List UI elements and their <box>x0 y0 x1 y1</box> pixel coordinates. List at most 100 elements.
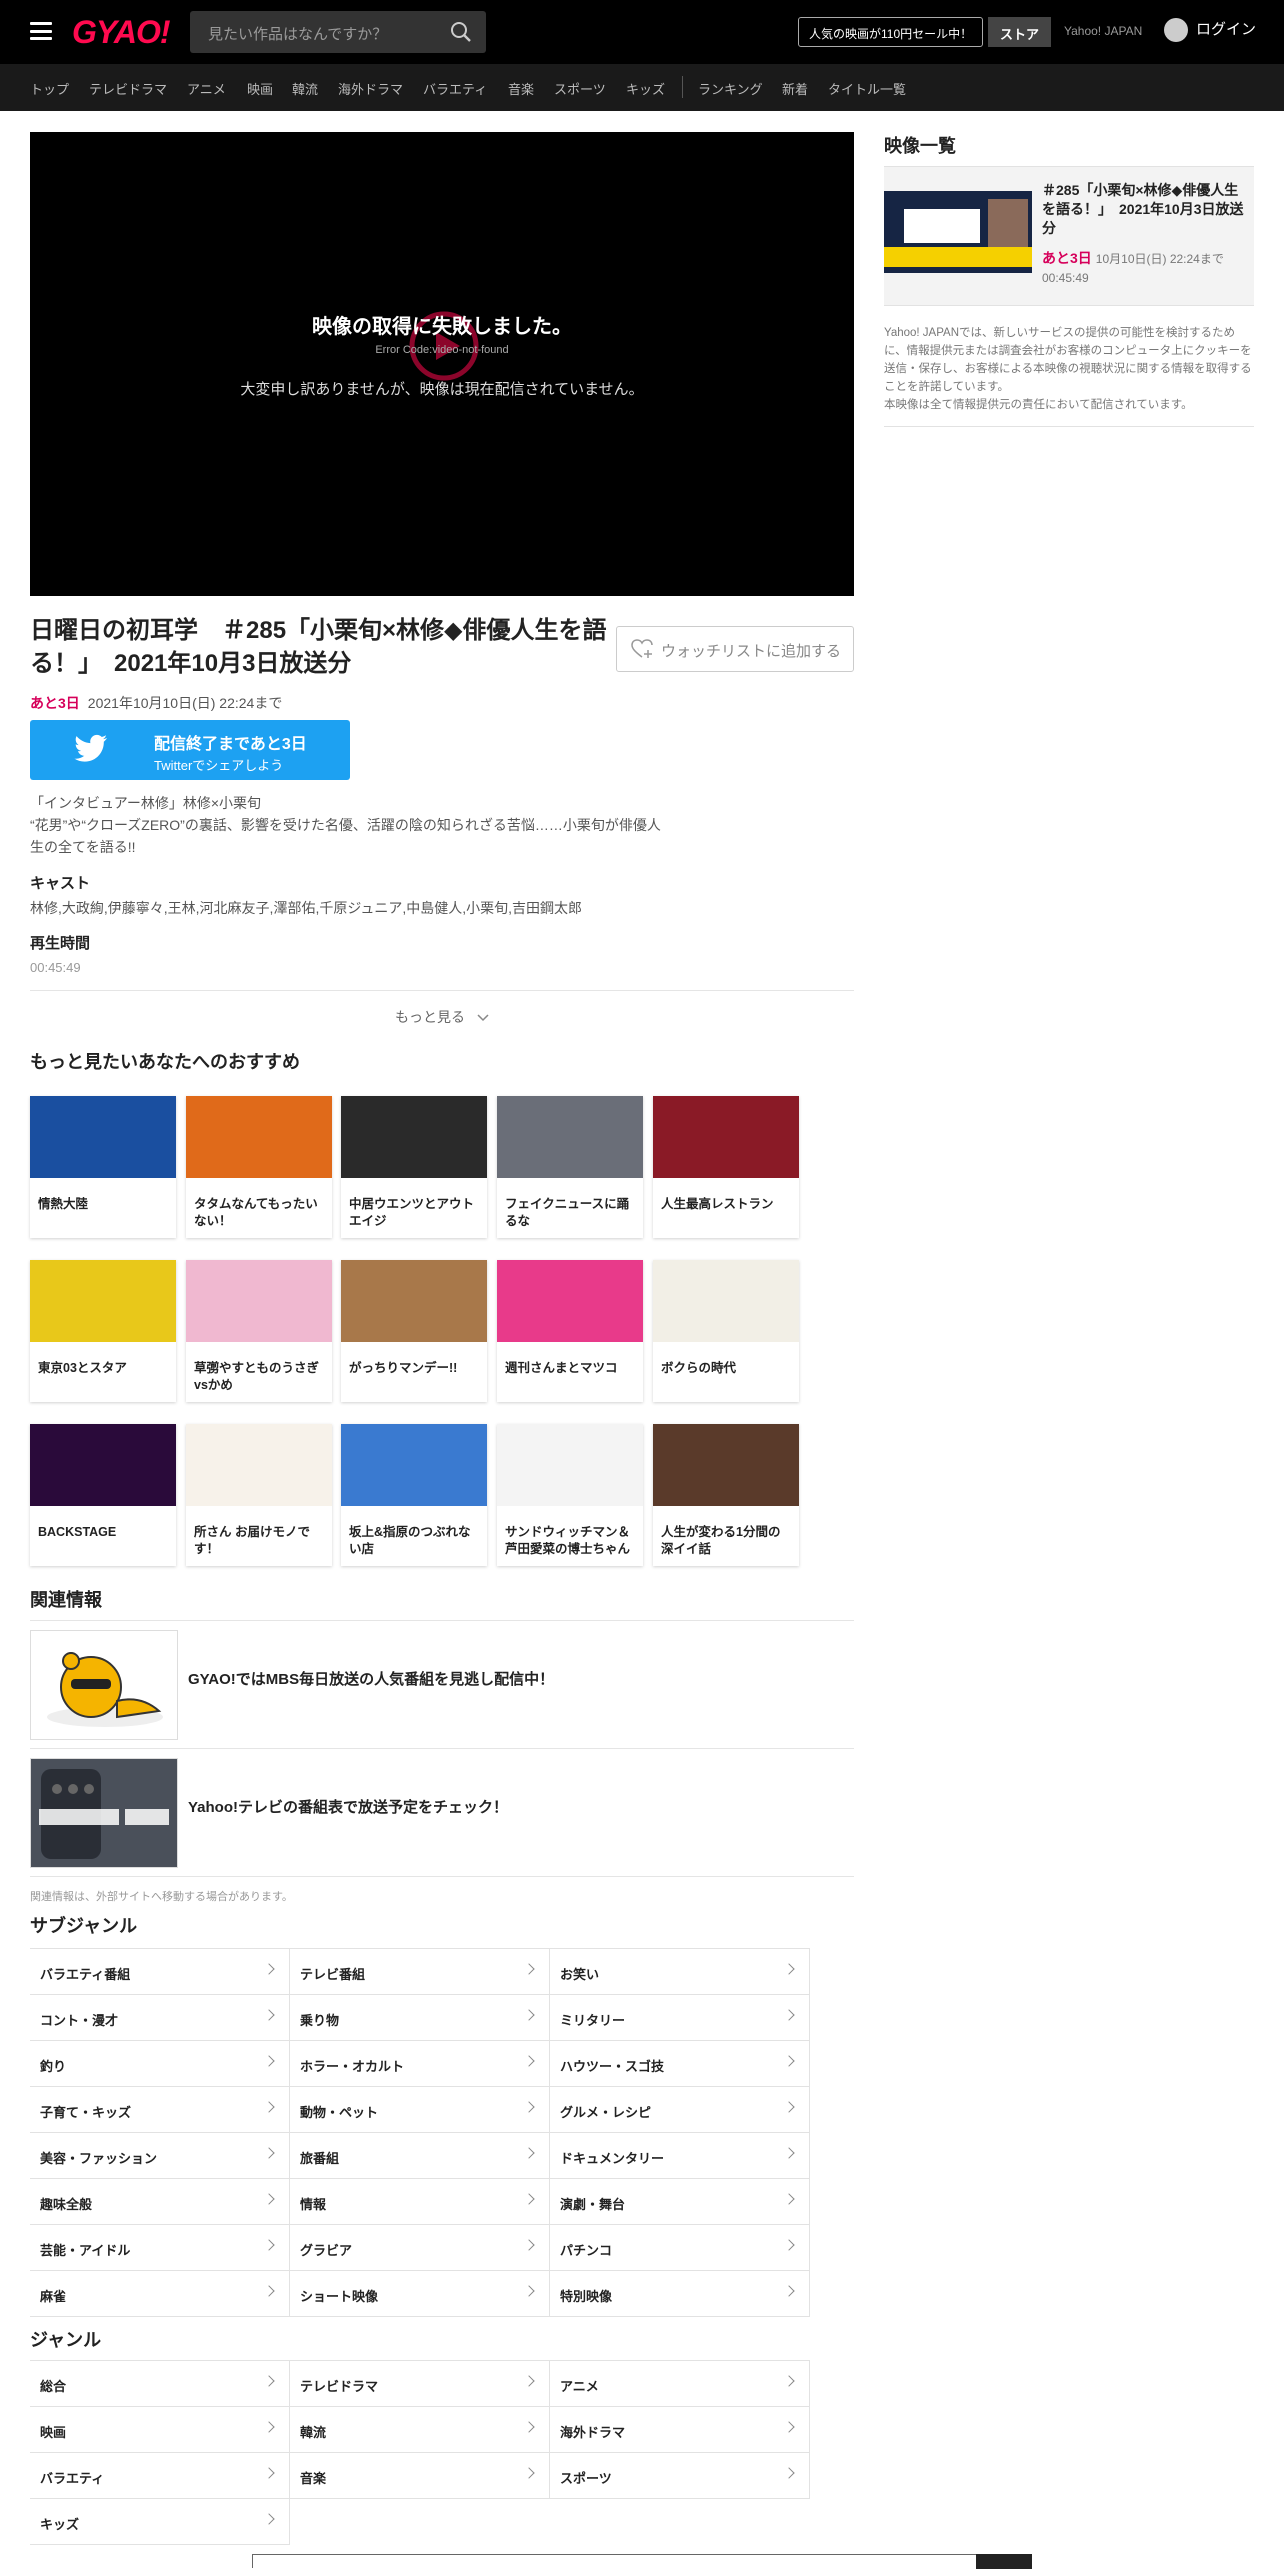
genre-link[interactable]: 総合 <box>30 2361 290 2407</box>
recommend-tile[interactable]: 草彅やすとものうさぎvsかめ <box>186 1260 332 1402</box>
subgenre-link[interactable]: ドキュメンタリー <box>550 2133 810 2179</box>
subgenre-link[interactable]: 乗り物 <box>290 1995 550 2041</box>
recommend-title[interactable]: 中居ウエンツとアウトエイジ <box>341 1178 487 1230</box>
recommend-title[interactable]: 所さん お届けモノです！ <box>186 1506 332 1558</box>
recommend-thumbnail[interactable] <box>497 1424 643 1506</box>
genre-link[interactable]: 音楽 <box>290 2453 550 2499</box>
nav-top[interactable]: トップ <box>30 79 69 98</box>
recommend-tile[interactable]: BACKSTAGE <box>30 1424 176 1566</box>
subgenre-link[interactable]: 演劇・舞台 <box>550 2179 810 2225</box>
subgenre-link[interactable]: テレビ番組 <box>290 1949 550 1995</box>
yahoo-tv-banner-image[interactable] <box>30 1758 178 1868</box>
show-more-button[interactable]: もっと見る <box>30 990 854 1040</box>
recommend-tile[interactable]: サンドウィッチマン＆芦田愛菜の博士ちゃん <box>497 1424 643 1566</box>
recommend-thumbnail[interactable] <box>341 1260 487 1342</box>
nav-korean[interactable]: 韓流 <box>292 79 318 98</box>
video-list-item[interactable]: ＃285「小栗旬×林修◆俳優人生を語る！」 2021年10月3日放送分 あと3日… <box>884 166 1254 306</box>
nav-drama[interactable]: テレビドラマ <box>89 79 167 98</box>
genre-link[interactable]: テレビドラマ <box>290 2361 550 2407</box>
nav-kids[interactable]: キッズ <box>626 79 665 98</box>
recommend-tile[interactable]: 情熱大陸 <box>30 1096 176 1238</box>
recommend-title[interactable]: BACKSTAGE <box>30 1506 176 1541</box>
subgenre-link[interactable]: ショート映像 <box>290 2271 550 2317</box>
recommend-tile[interactable]: がっちりマンデー!! <box>341 1260 487 1402</box>
gyao-logo[interactable]: GYAO! <box>72 14 171 51</box>
genre-link[interactable]: 韓流 <box>290 2407 550 2453</box>
recommend-title[interactable]: 東京03とスタア <box>30 1342 176 1377</box>
recommend-thumbnail[interactable] <box>186 1424 332 1506</box>
recommend-title[interactable]: タタムなんてもったいない！ <box>186 1178 332 1230</box>
subgenre-link[interactable]: 釣り <box>30 2041 290 2087</box>
nav-ranking[interactable]: ランキング <box>698 79 763 98</box>
related-link-yahoo-tv[interactable]: Yahoo!テレビの番組表で放送予定をチェック！ <box>188 1796 508 1817</box>
nav-sports[interactable]: スポーツ <box>554 79 606 98</box>
recommend-thumbnail[interactable] <box>653 1260 799 1342</box>
search-box[interactable]: 見たい作品はなんですか？ <box>190 11 486 53</box>
recommend-thumbnail[interactable] <box>30 1096 176 1178</box>
genre-link[interactable]: アニメ <box>550 2361 810 2407</box>
subgenre-link[interactable]: グルメ・レシピ <box>550 2087 810 2133</box>
genre-link[interactable]: キッズ <box>30 2499 290 2545</box>
subgenre-link[interactable]: 趣味全般 <box>30 2179 290 2225</box>
subgenre-link[interactable]: 麻雀 <box>30 2271 290 2317</box>
recommend-title[interactable]: サンドウィッチマン＆芦田愛菜の博士ちゃん <box>497 1506 643 1558</box>
subgenre-link[interactable]: 芸能・アイドル <box>30 2225 290 2271</box>
add-to-watchlist-button[interactable]: ウォッチリストに追加する <box>616 626 854 672</box>
subgenre-link[interactable]: ミリタリー <box>550 1995 810 2041</box>
recommend-tile[interactable]: タタムなんてもったいない！ <box>186 1096 332 1238</box>
recommend-thumbnail[interactable] <box>653 1424 799 1506</box>
related-link-mbs[interactable]: GYAO!ではMBS毎日放送の人気番組を見逃し配信中！ <box>188 1668 554 1689</box>
recommend-title[interactable]: 草彅やすとものうさぎvsかめ <box>186 1342 332 1394</box>
nav-variety[interactable]: バラエティ <box>423 79 487 98</box>
recommend-title[interactable]: ボクらの時代 <box>653 1342 799 1377</box>
subgenre-link[interactable]: 特別映像 <box>550 2271 810 2317</box>
footer-search-button[interactable] <box>976 2554 1032 2569</box>
genre-link[interactable]: バラエティ <box>30 2453 290 2499</box>
nav-anime[interactable]: アニメ <box>187 79 226 98</box>
genre-link[interactable]: 映画 <box>30 2407 290 2453</box>
nav-overseas-drama[interactable]: 海外ドラマ <box>338 79 403 98</box>
video-player[interactable]: 映像の取得に失敗しました。 Error Code:video-not-found… <box>30 132 854 596</box>
recommend-tile[interactable]: 人生最高レストラン <box>653 1096 799 1238</box>
nav-title-list[interactable]: タイトル一覧 <box>828 79 906 98</box>
recommend-tile[interactable]: 東京03とスタア <box>30 1260 176 1402</box>
subgenre-link[interactable]: ハウツー・スゴ技 <box>550 2041 810 2087</box>
recommend-title[interactable]: フェイクニュースに踊るな <box>497 1178 643 1230</box>
genre-link[interactable]: スポーツ <box>550 2453 810 2499</box>
recommend-thumbnail[interactable] <box>341 1096 487 1178</box>
recommend-tile[interactable]: ボクらの時代 <box>653 1260 799 1402</box>
mbs-banner-image[interactable] <box>30 1630 178 1740</box>
recommend-thumbnail[interactable] <box>186 1260 332 1342</box>
recommend-tile[interactable]: フェイクニュースに踊るな <box>497 1096 643 1238</box>
search-input[interactable]: 見たい作品はなんですか？ <box>208 23 387 44</box>
recommend-title[interactable]: 情熱大陸 <box>30 1178 176 1213</box>
recommend-title[interactable]: 人生最高レストラン <box>653 1178 799 1213</box>
recommend-thumbnail[interactable] <box>30 1260 176 1342</box>
subgenre-link[interactable]: 情報 <box>290 2179 550 2225</box>
subgenre-link[interactable]: グラビア <box>290 2225 550 2271</box>
subgenre-link[interactable]: バラエティ番組 <box>30 1949 290 1995</box>
login-button[interactable]: ログイン <box>1164 18 1256 43</box>
recommend-title[interactable]: 人生が変わる1分間の深イイ話 <box>653 1506 799 1558</box>
recommend-tile[interactable]: 週刊さんまとマツコ <box>497 1260 643 1402</box>
recommend-tile[interactable]: 坂上&指原のつぶれない店 <box>341 1424 487 1566</box>
recommend-thumbnail[interactable] <box>653 1096 799 1178</box>
menu-icon[interactable] <box>30 22 52 40</box>
recommend-thumbnail[interactable] <box>341 1424 487 1506</box>
footer-search-input[interactable] <box>252 2554 1032 2569</box>
recommend-thumbnail[interactable] <box>497 1260 643 1342</box>
recommend-title[interactable]: がっちりマンデー!! <box>341 1342 487 1377</box>
recommend-title[interactable]: 週刊さんまとマツコ <box>497 1342 643 1377</box>
video-thumbnail[interactable] <box>884 191 1032 273</box>
subgenre-link[interactable]: パチンコ <box>550 2225 810 2271</box>
nav-music[interactable]: 音楽 <box>508 79 534 98</box>
twitter-share-button[interactable]: 配信終了まであと3日 Twitterでシェアしよう <box>30 720 350 780</box>
video-list-item-title[interactable]: ＃285「小栗旬×林修◆俳優人生を語る！」 2021年10月3日放送分 <box>1042 181 1248 238</box>
subgenre-link[interactable]: お笑い <box>550 1949 810 1995</box>
recommend-tile[interactable]: 中居ウエンツとアウトエイジ <box>341 1096 487 1238</box>
genre-link[interactable]: 海外ドラマ <box>550 2407 810 2453</box>
subgenre-link[interactable]: コント・漫才 <box>30 1995 290 2041</box>
recommend-thumbnail[interactable] <box>186 1096 332 1178</box>
recommend-thumbnail[interactable] <box>497 1096 643 1178</box>
promo-link[interactable]: 人気の映画が110円セール中！ <box>798 17 984 47</box>
